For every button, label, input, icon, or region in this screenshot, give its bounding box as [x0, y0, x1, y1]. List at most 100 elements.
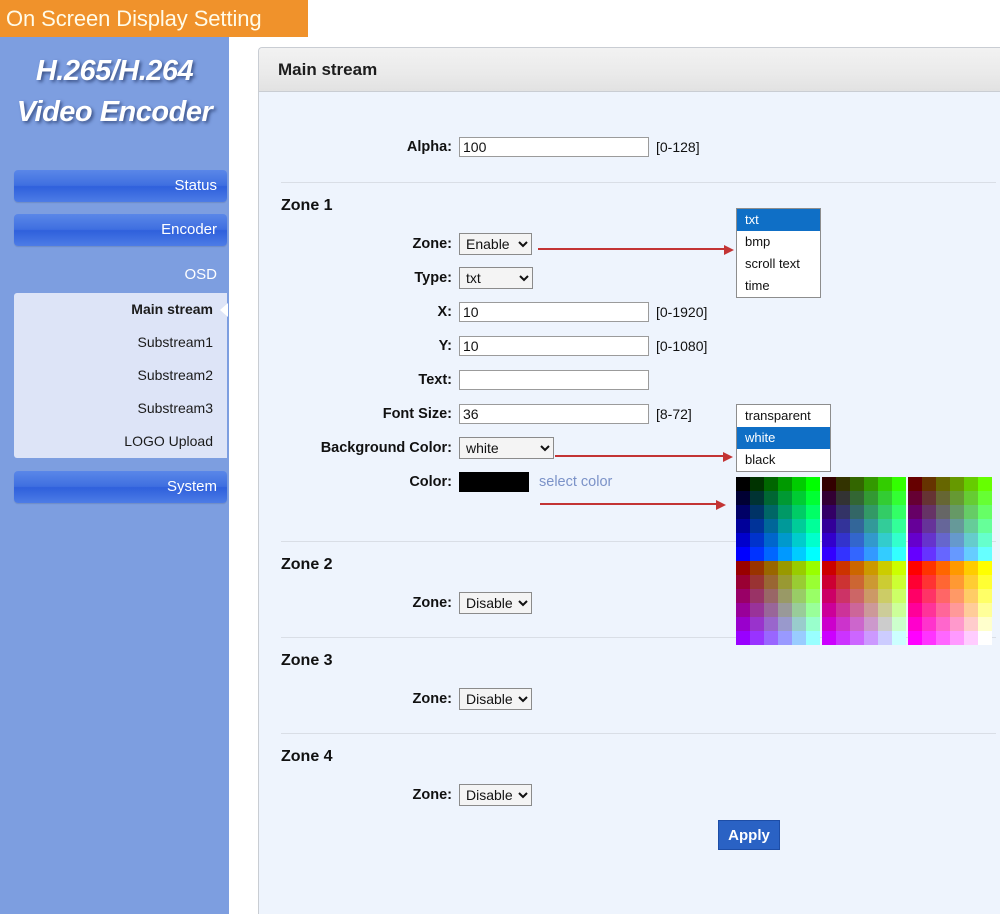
palette-swatch[interactable] [806, 603, 820, 617]
palette-swatch[interactable] [750, 589, 764, 603]
palette-swatch[interactable] [908, 617, 922, 631]
palette-swatch[interactable] [792, 561, 806, 575]
zone1-y-input[interactable] [459, 336, 649, 356]
zone1-zone-select[interactable]: EnableDisable [459, 233, 532, 255]
palette-swatch[interactable] [822, 589, 836, 603]
palette-swatch[interactable] [806, 519, 820, 533]
palette-swatch[interactable] [736, 589, 750, 603]
palette-swatch[interactable] [792, 533, 806, 547]
palette-swatch[interactable] [864, 603, 878, 617]
palette-swatch[interactable] [736, 617, 750, 631]
palette-swatch[interactable] [964, 631, 978, 645]
palette-swatch[interactable] [978, 617, 992, 631]
palette-swatch[interactable] [922, 491, 936, 505]
palette-swatch[interactable] [822, 617, 836, 631]
palette-swatch[interactable] [778, 617, 792, 631]
palette-swatch[interactable] [850, 589, 864, 603]
palette-swatch[interactable] [978, 561, 992, 575]
palette-swatch[interactable] [950, 519, 964, 533]
palette-swatch[interactable] [864, 519, 878, 533]
palette-swatch[interactable] [736, 491, 750, 505]
palette-swatch[interactable] [864, 505, 878, 519]
palette-swatch[interactable] [764, 603, 778, 617]
palette-swatch[interactable] [792, 477, 806, 491]
palette-swatch[interactable] [778, 575, 792, 589]
palette-swatch[interactable] [964, 589, 978, 603]
palette-swatch[interactable] [764, 631, 778, 645]
palette-swatch[interactable] [778, 533, 792, 547]
palette-swatch[interactable] [950, 477, 964, 491]
palette-swatch[interactable] [908, 547, 922, 561]
palette-swatch[interactable] [864, 477, 878, 491]
palette-swatch[interactable] [836, 617, 850, 631]
sidebar-subitem-substream3[interactable]: Substream3 [14, 392, 227, 425]
palette-swatch[interactable] [850, 505, 864, 519]
palette-swatch[interactable] [750, 547, 764, 561]
palette-swatch[interactable] [950, 631, 964, 645]
palette-swatch[interactable] [936, 617, 950, 631]
palette-swatch[interactable] [908, 561, 922, 575]
palette-swatch[interactable] [950, 533, 964, 547]
zone1-text-input[interactable] [459, 370, 649, 390]
palette-swatch[interactable] [822, 603, 836, 617]
palette-swatch[interactable] [978, 575, 992, 589]
palette-swatch[interactable] [778, 477, 792, 491]
palette-swatch[interactable] [822, 575, 836, 589]
palette-swatch[interactable] [750, 505, 764, 519]
palette-swatch[interactable] [836, 575, 850, 589]
palette-swatch[interactable] [878, 603, 892, 617]
palette-swatch[interactable] [936, 519, 950, 533]
palette-swatch[interactable] [822, 491, 836, 505]
palette-swatch[interactable] [936, 603, 950, 617]
palette-swatch[interactable] [778, 505, 792, 519]
palette-swatch[interactable] [964, 533, 978, 547]
palette-swatch[interactable] [878, 491, 892, 505]
palette-swatch[interactable] [936, 547, 950, 561]
palette-swatch[interactable] [892, 491, 906, 505]
zone1-font-size-input[interactable] [459, 404, 649, 424]
palette-swatch[interactable] [950, 617, 964, 631]
palette-swatch[interactable] [964, 575, 978, 589]
sidebar-subitem-substream2[interactable]: Substream2 [14, 359, 227, 392]
palette-swatch[interactable] [878, 519, 892, 533]
palette-swatch[interactable] [750, 477, 764, 491]
palette-swatch[interactable] [778, 631, 792, 645]
palette-swatch[interactable] [892, 505, 906, 519]
palette-swatch[interactable] [922, 519, 936, 533]
palette-swatch[interactable] [964, 617, 978, 631]
palette-swatch[interactable] [978, 547, 992, 561]
palette-swatch[interactable] [806, 617, 820, 631]
palette-swatch[interactable] [908, 631, 922, 645]
palette-swatch[interactable] [750, 603, 764, 617]
palette-swatch[interactable] [806, 575, 820, 589]
zone1-type-select[interactable]: txtbmpscroll texttime [459, 267, 533, 289]
palette-swatch[interactable] [836, 477, 850, 491]
palette-swatch[interactable] [922, 561, 936, 575]
palette-swatch[interactable] [836, 547, 850, 561]
palette-swatch[interactable] [978, 505, 992, 519]
palette-swatch[interactable] [892, 589, 906, 603]
palette-swatch[interactable] [778, 561, 792, 575]
palette-swatch[interactable] [822, 519, 836, 533]
palette-swatch[interactable] [764, 561, 778, 575]
palette-swatch[interactable] [792, 631, 806, 645]
palette-swatch[interactable] [950, 589, 964, 603]
dropdown-option[interactable]: bmp [737, 231, 820, 253]
palette-swatch[interactable] [792, 575, 806, 589]
palette-swatch[interactable] [950, 491, 964, 505]
palette-swatch[interactable] [864, 631, 878, 645]
palette-swatch[interactable] [892, 617, 906, 631]
zone1-background-color-select[interactable]: transparentwhiteblack [459, 437, 554, 459]
palette-swatch[interactable] [736, 603, 750, 617]
background-color-dropdown-popup[interactable]: transparent white black [736, 404, 831, 472]
palette-swatch[interactable] [764, 519, 778, 533]
palette-swatch[interactable] [850, 617, 864, 631]
zone1-x-input[interactable] [459, 302, 649, 322]
zone2-zone-select[interactable]: EnableDisable [459, 592, 532, 614]
palette-swatch[interactable] [778, 589, 792, 603]
palette-swatch[interactable] [850, 631, 864, 645]
zone1-color-swatch[interactable] [459, 472, 529, 492]
palette-swatch[interactable] [964, 519, 978, 533]
palette-swatch[interactable] [736, 477, 750, 491]
palette-swatch[interactable] [778, 519, 792, 533]
